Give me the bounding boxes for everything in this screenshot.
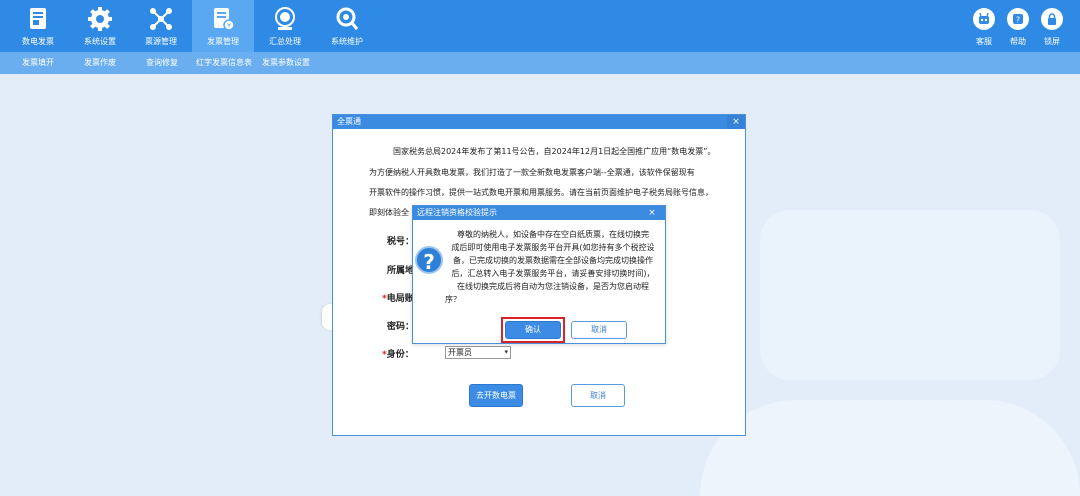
tax-stamp-icon [275, 7, 295, 30]
tool-label: 客服 [976, 37, 992, 46]
robot-icon [979, 12, 989, 24]
dialog-cancel-button[interactable]: 取消 [571, 384, 625, 407]
question-icon: ? [415, 246, 443, 274]
nav-item-system-maintenance[interactable]: 系统维护 [316, 0, 378, 52]
nav-item-summary[interactable]: 汇总处理 [254, 0, 316, 52]
tax-no-label: 税号： [387, 237, 415, 247]
role-label: *身份： [382, 347, 414, 360]
password-label: 密码： [387, 322, 415, 332]
confirm-line: 序？ [445, 295, 461, 304]
sub-nav-bar: 发票填开 发票作废 查询修复 红字发票信息表 发票参数设置 [0, 52, 1080, 74]
chevron-down-icon: ▾ [504, 348, 508, 356]
notice-line-3: 开票软件的操作习惯，提供一站式数电开票和用票服务。请在当前页面维护电子税务局账号… [369, 188, 713, 197]
role-select-value: 开票员 [448, 348, 472, 357]
region-label: 所属地 [387, 266, 415, 276]
close-icon[interactable]: × [727, 115, 745, 129]
lock-screen-button[interactable]: 锁屏 [1037, 0, 1067, 52]
notice-line-4: 即刻体验全 [369, 208, 409, 217]
nav-label: 数电发票 [22, 37, 54, 46]
subnav-invoice-void[interactable]: 发票作废 [84, 52, 116, 74]
confirm-cancel-button[interactable]: 取消 [571, 321, 627, 339]
nav-label: 汇总处理 [269, 37, 301, 46]
invoice-manage-icon: ¥ [214, 8, 235, 31]
help-button[interactable]: ? 帮助 [1003, 0, 1033, 52]
go-issue-digital-invoice-button[interactable]: 去开数电票 [469, 384, 523, 407]
confirm-line: 成后即可使用电子发票服务平台开具(如您持有多个税控设 [451, 243, 655, 252]
confirm-line: 备，已完成切换的发票数据需在全部设备均完成切换操作 [453, 256, 653, 265]
subnav-red-invoice-info[interactable]: 红字发票信息表 [196, 52, 252, 74]
notice-line-1: 国家税务总局2024年发布了第11号公告，自2024年12月1日起全国推广应用“… [393, 147, 716, 156]
dialog-title: 全票通 [337, 117, 361, 126]
close-icon[interactable]: × [645, 206, 659, 220]
help-icon: ? [1013, 14, 1023, 25]
subnav-invoice-params[interactable]: 发票参数设置 [262, 52, 310, 74]
confirm-line: 尊敬的纳税人，如设备中存在空白纸质票，在线切换完 [457, 230, 649, 239]
confirm-line: 后，汇总转入电子发票服务平台，请妥善安排切换时间)， [451, 269, 655, 278]
svg-text:?: ? [1016, 16, 1020, 25]
tool-label: 帮助 [1010, 37, 1026, 46]
customer-service-button[interactable]: 客服 [969, 0, 999, 52]
highlight-box [501, 317, 565, 343]
nav-label: 票源管理 [145, 37, 177, 46]
dialog-title-bar: 全票通 × [333, 115, 745, 129]
network-icon [150, 8, 172, 30]
svg-text:¥: ¥ [227, 23, 231, 30]
account-label-text: 电局账 [386, 294, 414, 304]
role-select[interactable]: 开票员 ▾ [445, 346, 511, 359]
nav-item-system-settings[interactable]: 系统设置 [69, 0, 131, 52]
confirm-message: 尊敬的纳税人，如设备中存在空白纸质票，在线切换完 成后即可使用电子发票服务平台开… [445, 228, 661, 306]
top-nav-bar: 数电发票 系统设置 票源管理 ¥ 发票管理 汇总处理 系统维护 客服 ? 帮助 … [0, 0, 1080, 52]
nav-item-digital-invoice[interactable]: 数电发票 [7, 0, 69, 52]
confirm-line: 在线切换完成后将自动为您注销设备，是否为您启动程 [457, 282, 649, 291]
confirm-title: 远程注销资格校验提示 [417, 208, 497, 217]
tool-label: 锁屏 [1044, 37, 1060, 46]
subnav-invoice-issue[interactable]: 发票填开 [22, 52, 54, 74]
maintenance-search-icon [336, 7, 359, 30]
nav-item-invoice-management[interactable]: ¥ 发票管理 [192, 0, 254, 52]
notice-line-2: 为方便纳税人开具数电发票，我们打造了一款全新数电发票客户端--全票通，该软件保留… [369, 168, 695, 177]
background-wave [700, 400, 1080, 496]
background-panel [760, 210, 1060, 380]
nav-label: 发票管理 [207, 37, 239, 46]
nav-item-ticket-source[interactable]: 票源管理 [130, 0, 192, 52]
account-label: *电局账 [382, 291, 414, 304]
nav-label: 系统设置 [84, 37, 116, 46]
subnav-query-repair[interactable]: 查询修复 [146, 52, 178, 74]
remote-deregister-confirm-dialog: 远程注销资格校验提示 × ? 尊敬的纳税人，如设备中存在空白纸质票，在线切换完 … [412, 205, 666, 344]
nav-label: 系统维护 [331, 37, 363, 46]
lock-icon [1048, 13, 1056, 25]
invoice-document-icon [30, 8, 46, 29]
gear-icon [88, 7, 112, 31]
role-label-text: 身份： [386, 350, 414, 360]
confirm-title-bar: 远程注销资格校验提示 × [413, 206, 665, 220]
